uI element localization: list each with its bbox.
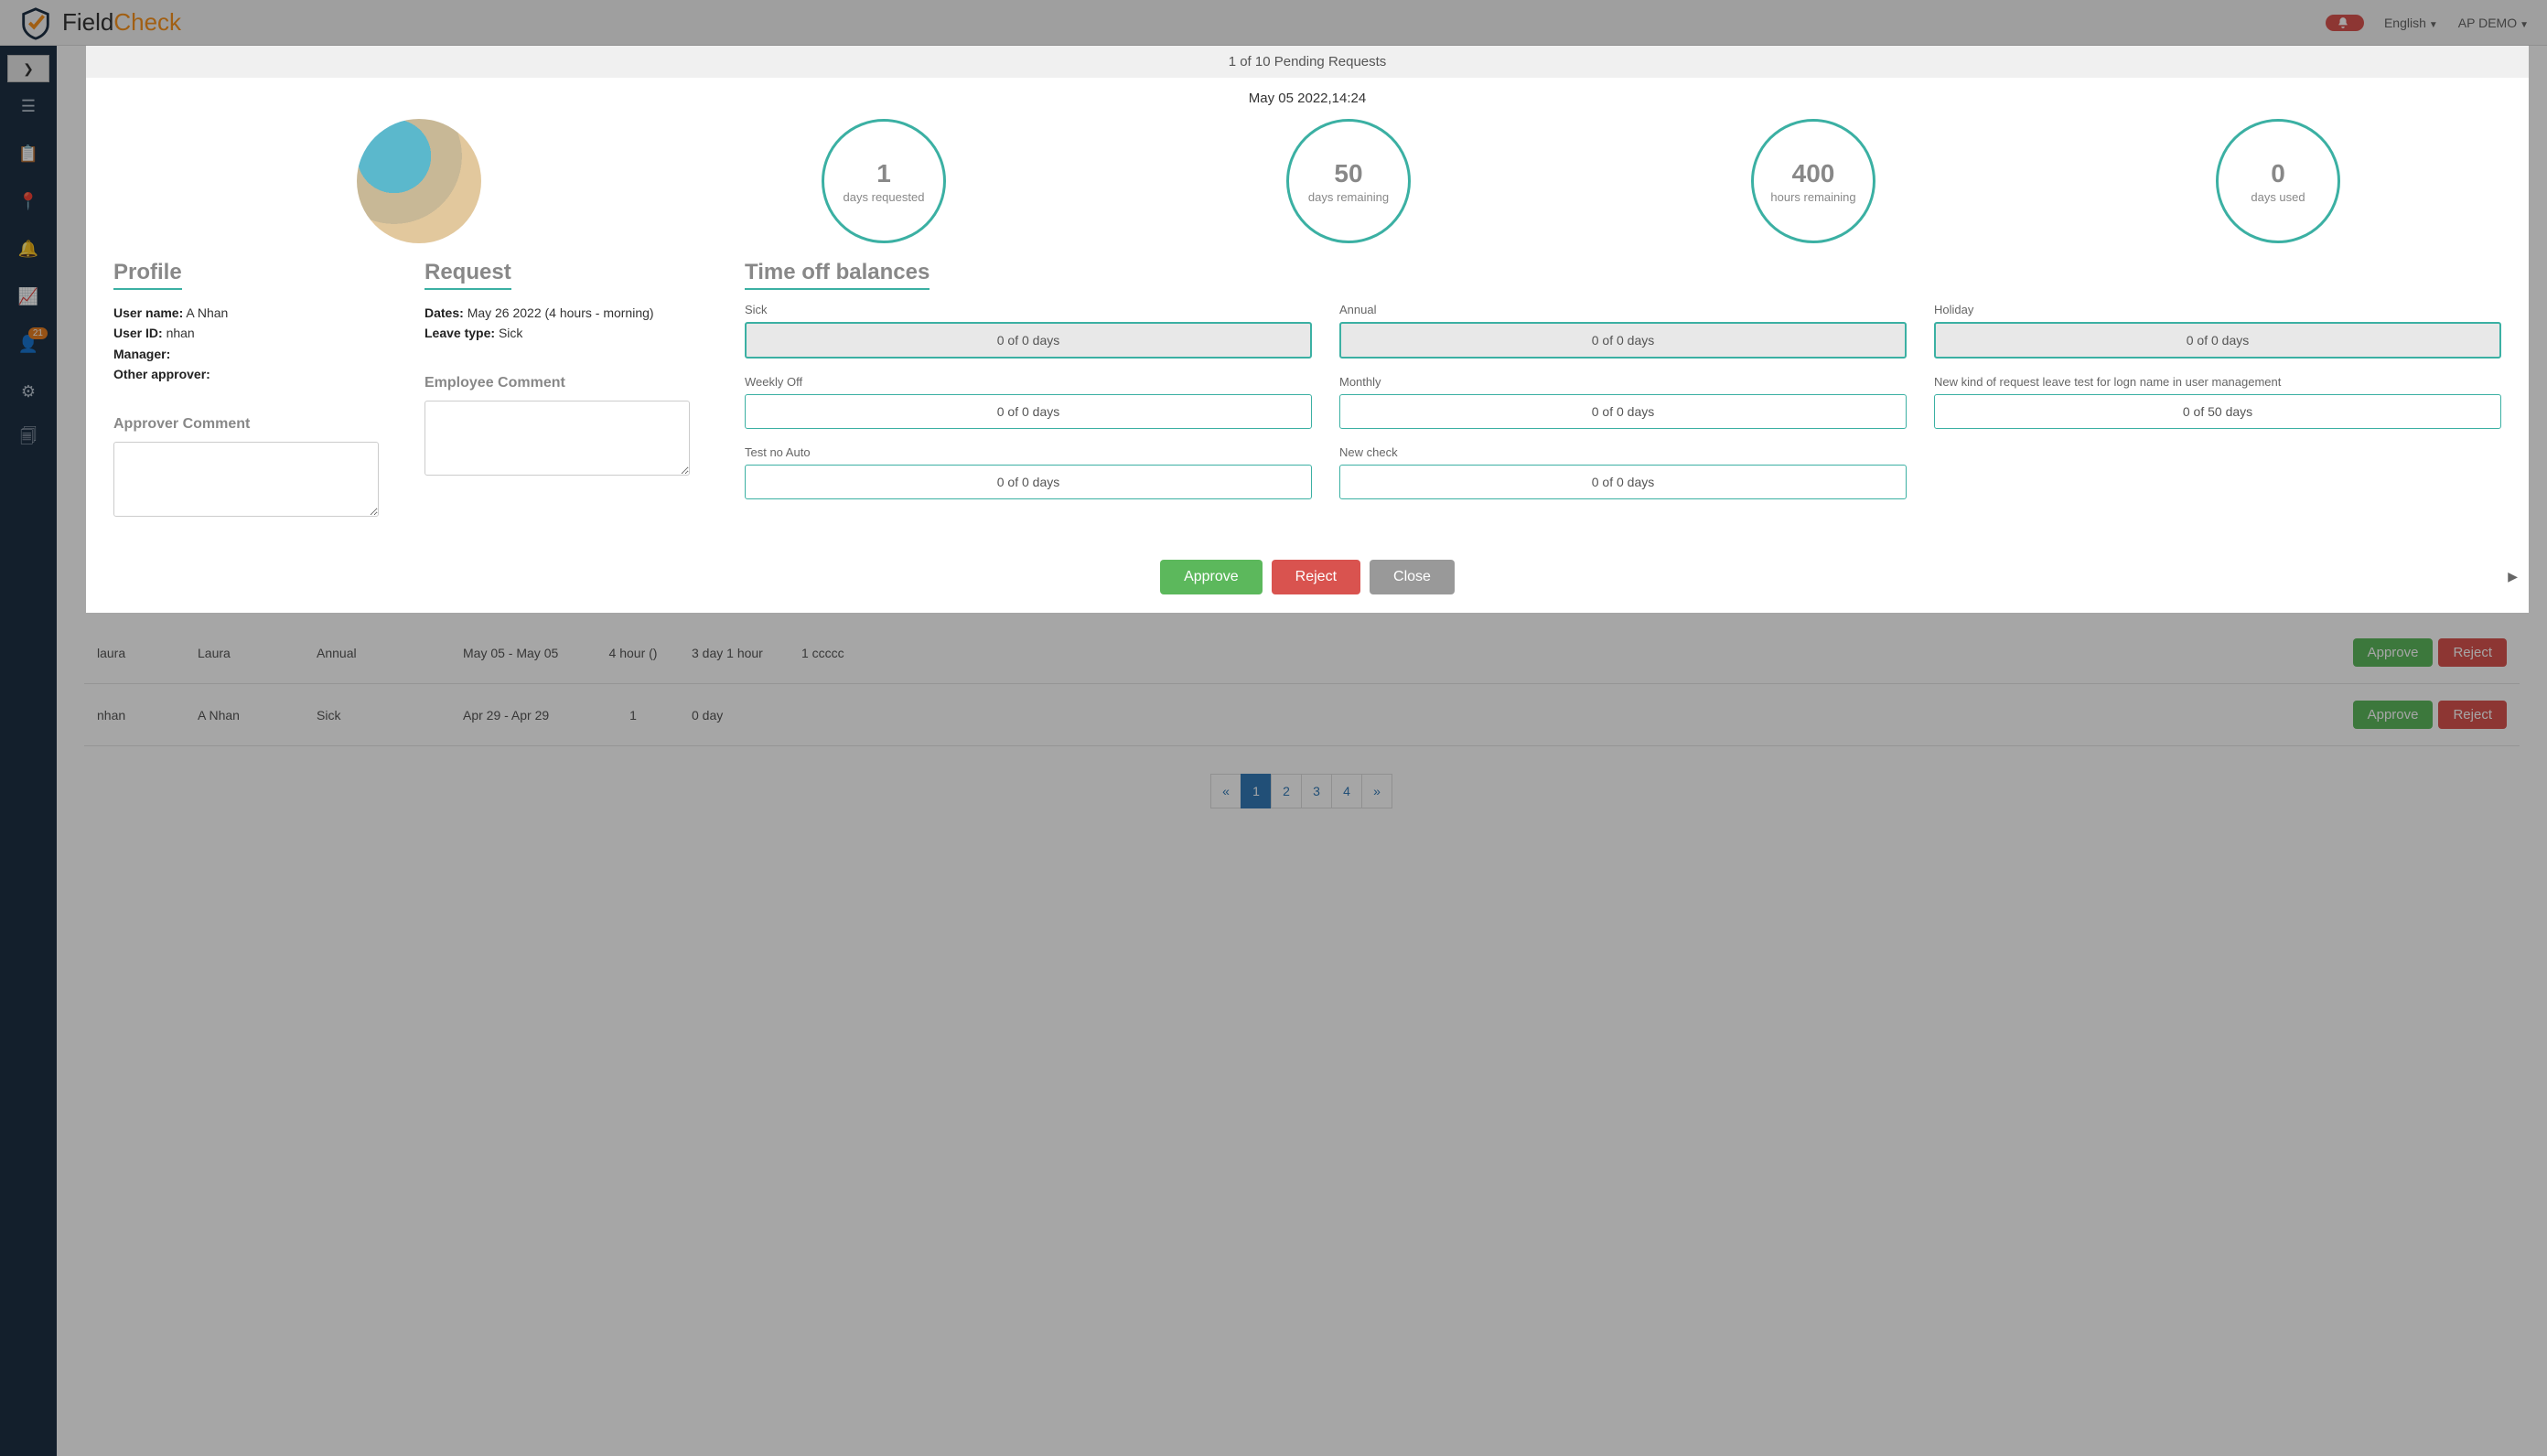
balance-item: New check 0 of 0 days (1339, 445, 1907, 499)
close-button[interactable]: Close (1370, 560, 1455, 594)
request-timestamp: May 05 2022,14:24 (86, 78, 2529, 119)
circle-value: 0 (2271, 159, 2285, 188)
summary-circle: 1 days requested (822, 119, 946, 243)
circle-label: days used (2251, 190, 2305, 204)
balance-label: Sick (745, 303, 1312, 316)
circle-label: days requested (844, 190, 925, 204)
balance-value: 0 of 0 days (1339, 465, 1907, 499)
balances-heading: Time off balances (745, 260, 930, 290)
balance-value: 0 of 0 days (745, 465, 1312, 499)
balance-value: 0 of 0 days (1934, 322, 2501, 359)
request-detail-modal: 1 of 10 Pending Requests May 05 2022,14:… (86, 46, 2529, 613)
balance-value: 0 of 0 days (745, 322, 1312, 359)
balance-item: Sick 0 of 0 days (745, 303, 1312, 359)
balance-value: 0 of 50 days (1934, 394, 2501, 429)
approver-comment-label: Approver Comment (113, 416, 406, 433)
circle-label: days remaining (1308, 190, 1389, 204)
balance-label: New kind of request leave test for logn … (1934, 375, 2501, 389)
employee-comment-label: Employee Comment (424, 375, 726, 391)
balance-value: 0 of 0 days (1339, 394, 1907, 429)
reject-button[interactable]: Reject (1272, 560, 1360, 594)
modal-actions: Approve Reject Close ▶ (86, 560, 2529, 594)
balance-item: New kind of request leave test for logn … (1934, 375, 2501, 429)
profile-section: Profile User name: A Nhan User ID: nhan … (113, 260, 406, 519)
balance-item: Annual 0 of 0 days (1339, 303, 1907, 359)
circle-value: 400 (1792, 159, 1835, 188)
user-avatar (357, 119, 481, 243)
balance-item: Test no Auto 0 of 0 days (745, 445, 1312, 499)
summary-circle: 400 hours remaining (1751, 119, 1875, 243)
balance-value: 0 of 0 days (1339, 322, 1907, 359)
summary-circle: 50 days remaining (1286, 119, 1411, 243)
summary-circle: 0 days used (2216, 119, 2340, 243)
summary-circles: 1 days requested 50 days remaining 400 hours … (86, 119, 2529, 260)
request-section: Request Dates: May 26 2022 (4 hours - mo… (424, 260, 726, 519)
balance-label: Monthly (1339, 375, 1907, 389)
balance-value: 0 of 0 days (745, 394, 1312, 429)
circle-value: 1 (876, 159, 891, 188)
balance-item: Holiday 0 of 0 days (1934, 303, 2501, 359)
approver-comment-input[interactable] (113, 442, 379, 517)
circle-value: 50 (1334, 159, 1362, 188)
pending-requests-banner: 1 of 10 Pending Requests (86, 46, 2529, 78)
balance-label: New check (1339, 445, 1907, 459)
balances-section: Time off balances Sick 0 of 0 days Annual 0… (745, 260, 2501, 519)
balance-label: Holiday (1934, 303, 2501, 316)
approve-button[interactable]: Approve (1160, 560, 1263, 594)
balance-label: Annual (1339, 303, 1907, 316)
profile-heading: Profile (113, 260, 182, 290)
employee-comment-input[interactable] (424, 401, 690, 476)
circle-label: hours remaining (1770, 190, 1855, 204)
request-heading: Request (424, 260, 511, 290)
next-request-button[interactable]: ▶ (2508, 569, 2518, 584)
balance-item: Monthly 0 of 0 days (1339, 375, 1907, 429)
balance-label: Weekly Off (745, 375, 1312, 389)
balance-item: Weekly Off 0 of 0 days (745, 375, 1312, 429)
balance-label: Test no Auto (745, 445, 1312, 459)
